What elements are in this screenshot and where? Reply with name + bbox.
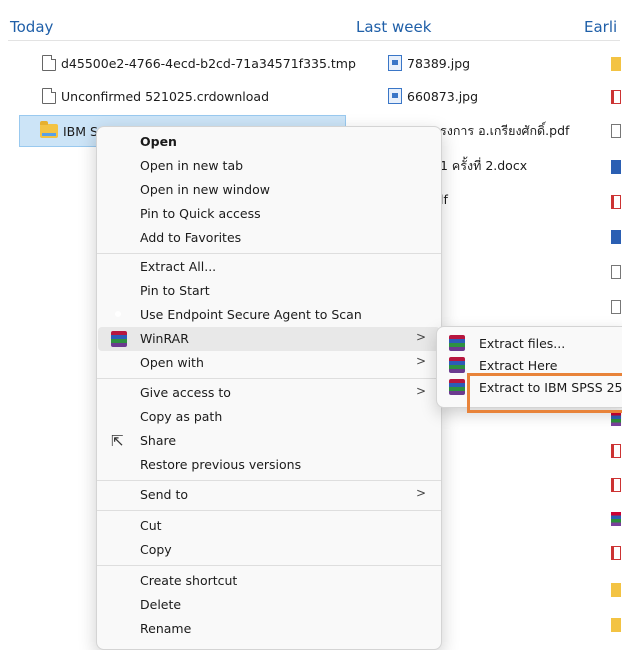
menu-item-pin-start[interactable]: Pin to Start [98,279,440,303]
chevron-right-icon: > [415,486,426,500]
folder-icon[interactable] [611,57,621,71]
menu-item-label: Use Endpoint Secure Agent to Scan [140,307,362,322]
group-header-earlier[interactable]: Earli [584,18,617,36]
menu-item-delete[interactable]: Delete [98,593,440,617]
word-icon[interactable] [611,230,621,244]
folder-icon[interactable] [611,583,621,597]
menu-item-endpoint-scan[interactable]: Use Endpoint Secure Agent to Scan [98,303,440,327]
file-item-tmp[interactable]: d45500e2-4766-4ecd-b2cd-71a34571f335.tmp [42,52,356,74]
menu-item-give-access[interactable]: Give access to > [98,381,440,405]
file-name: Unconfirmed 521025.crdownload [61,88,270,104]
document-icon[interactable] [611,124,621,138]
image-icon [388,55,402,71]
menu-item-share[interactable]: ⇱ Share [98,429,440,453]
file-name: IBM S [63,123,98,139]
menu-item-cut[interactable]: Cut [98,514,440,538]
chevron-right-icon: > [415,384,426,398]
share-icon: ⇱ [111,432,124,450]
menu-item-open-with[interactable]: Open with > [98,351,440,375]
menu-item-label: Add to Favorites [140,230,242,245]
shield-icon [111,307,127,323]
chevron-right-icon: > [415,330,426,344]
menu-item-label: Open in new tab [140,158,244,173]
file-item-crdownload[interactable]: Unconfirmed 521025.crdownload [42,85,269,107]
context-menu: Open Open in new tab Open in new window … [96,126,442,650]
submenu-item-extract-files[interactable]: Extract files... [445,332,622,354]
document-icon[interactable] [611,300,621,314]
menu-item-open-new-tab[interactable]: Open in new tab [98,154,440,178]
menu-item-label: Send to [140,487,189,502]
file-item-660873[interactable]: 660873.jpg [388,85,478,107]
submenu-item-label: Extract Here [479,358,558,373]
file-name: 660873.jpg [407,88,479,104]
menu-separator [97,378,441,379]
winrar-icon [449,357,465,373]
menu-separator [97,565,441,566]
winrar-icon[interactable] [611,512,621,526]
menu-item-label: Create shortcut [140,573,238,588]
menu-item-copy[interactable]: Copy [98,538,440,562]
document-icon[interactable] [611,265,621,279]
menu-item-label: Open in new window [140,182,270,197]
winrar-icon [111,331,127,347]
menu-item-label: WinRAR [140,331,189,346]
word-icon[interactable] [611,160,621,174]
menu-separator [97,480,441,481]
menu-item-label: Pin to Start [140,283,210,298]
file-name: d45500e2-4766-4ecd-b2cd-71a34571f335.tmp [61,55,356,71]
file-name: 1 ครั้งที่ 2.docx [440,158,528,173]
menu-item-label: Open [140,134,177,149]
file-item-ibm-spss[interactable]: IBM S [40,120,98,142]
pdf-icon[interactable] [611,195,621,209]
image-icon [388,88,402,104]
menu-item-label: Rename [140,621,192,636]
file-name: รงการ อ.เกรียงศักดิ์.pdf [440,123,570,138]
pdf-icon[interactable] [611,444,621,458]
menu-item-open-new-window[interactable]: Open in new window [98,178,440,202]
folder-archive-icon [40,121,58,138]
group-header-today[interactable]: Today [10,18,53,36]
menu-item-add-favorites[interactable]: Add to Favorites [98,226,440,250]
document-icon [42,55,56,71]
menu-item-rename[interactable]: Rename [98,617,440,641]
file-name: 78389.jpg [407,55,471,71]
menu-item-label: Delete [140,597,182,612]
menu-item-open[interactable]: Open [98,130,440,154]
file-item-pdf-thai[interactable]: รงการ อ.เกรียงศักดิ์.pdf [440,120,569,142]
submenu-item-label: Extract files... [479,336,566,351]
menu-item-label: Pin to Quick access [140,206,261,221]
group-header-last-week[interactable]: Last week [356,18,431,36]
document-icon [42,88,56,104]
menu-item-label: Restore previous versions [140,457,302,472]
menu-item-pin-quick-access[interactable]: Pin to Quick access [98,202,440,226]
menu-item-copy-path[interactable]: Copy as path [98,405,440,429]
chevron-right-icon: > [415,354,426,368]
winrar-icon[interactable] [611,412,621,426]
menu-separator [97,510,441,511]
menu-item-restore-versions[interactable]: Restore previous versions [98,453,440,477]
menu-item-label: Copy as path [140,409,223,424]
pdf-icon[interactable] [611,90,621,104]
pdf-icon[interactable] [611,546,621,560]
menu-item-label: Extract All... [140,259,217,274]
highlight-box [467,373,622,413]
menu-item-extract-all[interactable]: Extract All... [98,255,440,279]
file-item-docx-thai[interactable]: 1 ครั้งที่ 2.docx [440,155,527,177]
file-item-78389[interactable]: 78389.jpg [388,52,470,74]
menu-item-send-to[interactable]: Send to > [98,483,440,507]
menu-item-label: Share [140,433,177,448]
winrar-icon [449,335,465,351]
winrar-icon [449,379,465,395]
pdf-icon[interactable] [611,478,621,492]
menu-item-label: Give access to [140,385,231,400]
menu-item-label: Cut [140,518,162,533]
menu-item-winrar[interactable]: WinRAR > [98,327,440,351]
menu-item-label: Open with [140,355,204,370]
menu-separator [97,253,441,254]
menu-item-create-shortcut[interactable]: Create shortcut [98,569,440,593]
menu-item-label: Copy [140,542,172,557]
folder-icon[interactable] [611,618,621,632]
group-divider [8,40,620,41]
